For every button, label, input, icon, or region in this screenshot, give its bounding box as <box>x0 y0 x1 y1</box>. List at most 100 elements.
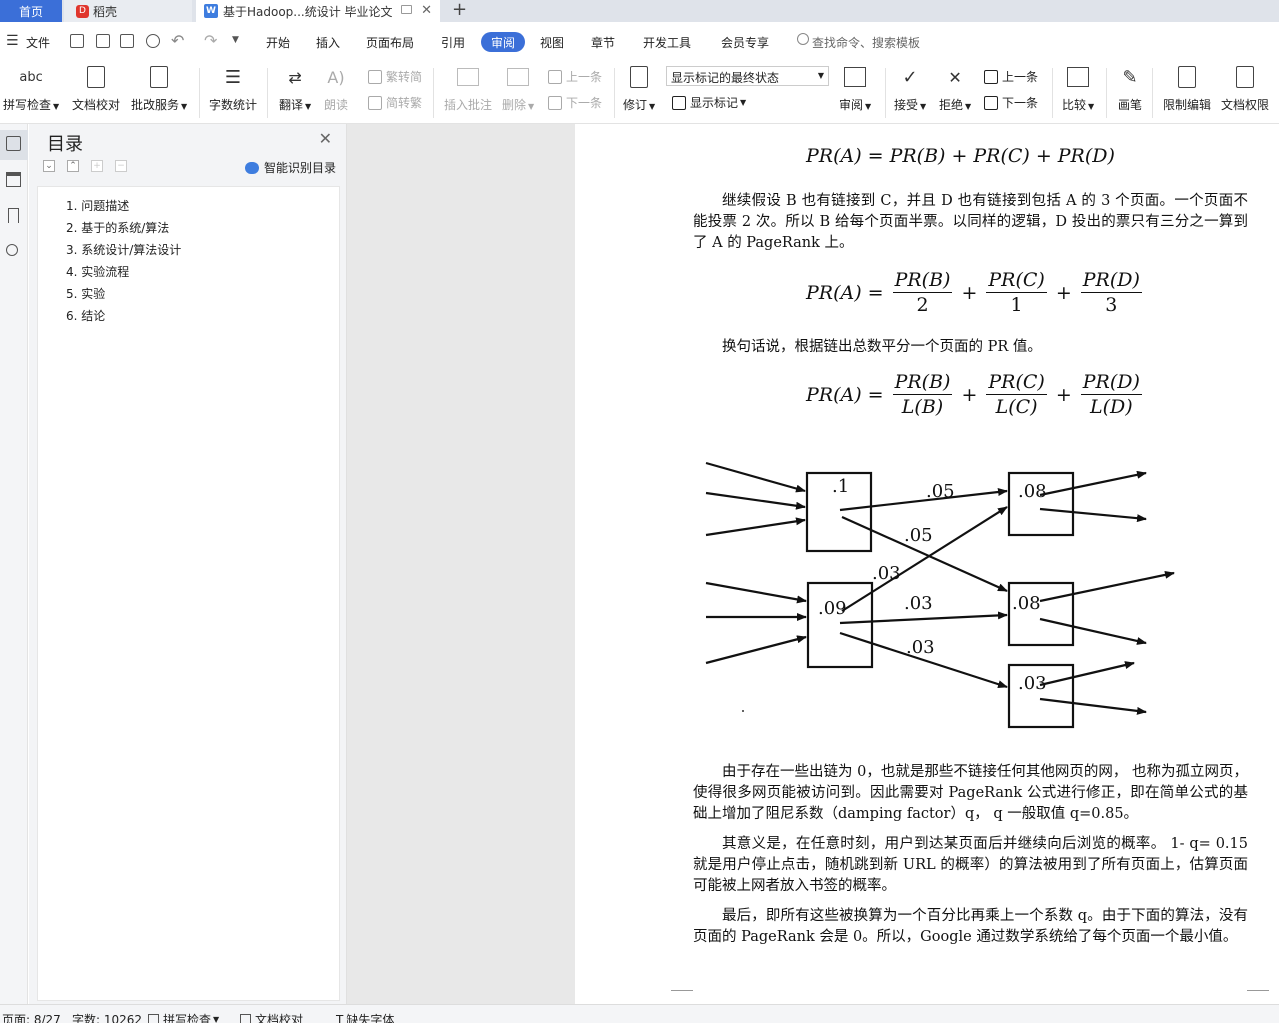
menu-start[interactable]: 开始 <box>266 34 290 51</box>
prev-change-icon <box>984 69 998 84</box>
to-traditional-button[interactable]: 繁转简 <box>368 68 422 85</box>
paragraph[interactable]: 由于存在一些出链为 0，也就是那些不链接任何其他网页的网， 也称为孤立网页，使得… <box>693 762 1248 825</box>
to-traditional-label: 繁转简 <box>386 70 423 84</box>
review-service-button[interactable]: 批改服务 ▼ <box>131 64 187 113</box>
delete-comment-button[interactable]: 删除 ▼ <box>502 64 534 113</box>
menu-chapter[interactable]: 章节 <box>591 34 615 51</box>
eq-numerator: PR(C) <box>986 269 1047 293</box>
tab-document[interactable]: W 基于Hadoop...统设计 毕业论文 ✕ <box>196 0 440 22</box>
word-count-icon: ☰ <box>224 66 242 88</box>
doc-proof-button[interactable]: 文档校对 <box>72 64 120 113</box>
search-icon <box>797 33 809 45</box>
word-count-label: 字数统计 <box>209 98 258 112</box>
eq-lhs: PR(A) <box>806 383 862 406</box>
node-box <box>806 581 874 669</box>
prev-change-label: 上一条 <box>1002 70 1039 84</box>
close-tab-icon[interactable]: ✕ <box>421 3 432 18</box>
review-pane-button[interactable]: 审阅 ▼ <box>839 64 871 113</box>
print-icon[interactable] <box>120 34 134 48</box>
eq-numerator: PR(B) <box>892 269 953 293</box>
writer-logo-icon: W <box>204 4 218 18</box>
toc-icon[interactable] <box>6 136 21 151</box>
compare-icon <box>1065 64 1091 90</box>
track-changes-button[interactable]: 修订 ▼ <box>623 64 655 113</box>
status-missing-font[interactable]: T 缺失字体 <box>336 1011 394 1023</box>
menu-page-layout[interactable]: 页面布局 <box>366 34 414 51</box>
prev-comment-button[interactable]: 上一条 <box>548 68 602 85</box>
menu-file[interactable]: 文件 <box>26 34 50 51</box>
pen-button[interactable]: ✎ 画笔 <box>1117 64 1143 113</box>
menu-developer[interactable]: 开发工具 <box>643 34 691 51</box>
expand-up-icon[interactable]: ⌃ <box>67 160 79 172</box>
tab-document-label: 基于Hadoop...统设计 毕业论文 <box>223 4 393 19</box>
eq-sign: = <box>867 145 884 167</box>
read-aloud-button[interactable]: A) 朗读 <box>323 64 349 113</box>
prev-change-button[interactable]: 上一条 <box>984 68 1038 85</box>
toc-item[interactable]: 5. 实验 <box>66 285 105 302</box>
word-count-indicator[interactable]: 字数: 10262 <box>72 1011 142 1023</box>
reject-label: 拒绝 <box>939 98 964 112</box>
menu-review[interactable]: 审阅 <box>481 32 525 52</box>
remove-heading-icon[interactable]: − <box>115 160 127 172</box>
compare-button[interactable]: 比较 ▼ <box>1062 64 1094 113</box>
toc-item[interactable]: 1. 问题描述 <box>66 197 129 214</box>
hamburger-icon[interactable]: ☰ <box>6 34 19 48</box>
paragraph[interactable]: 继续假设 B 也有链接到 C，并且 D 也有链接到包括 A 的 3 个页面。一个… <box>693 191 1248 254</box>
eq-fraction: PR(C) L(C) <box>986 370 1047 419</box>
translate-button[interactable]: ⇄ 翻译 ▼ <box>279 64 311 113</box>
paragraph[interactable]: 其意义是，在任意时刻，用户到达某页面后并继续向后浏览的概率。 1- q= 0.1… <box>693 834 1248 897</box>
accept-button[interactable]: ✓ 接受 ▼ <box>894 64 926 113</box>
export-pdf-icon[interactable] <box>96 34 110 48</box>
tab-daoke-label: 稻壳 <box>93 4 118 19</box>
eq-term: PR(B) <box>889 145 946 167</box>
tab-daoke[interactable]: D 稻壳 <box>64 0 192 22</box>
status-proof[interactable]: 文档校对 <box>240 1011 303 1023</box>
page-indicator[interactable]: 页面: 8/27 <box>2 1011 61 1023</box>
save-icon[interactable] <box>70 34 84 48</box>
menu-member[interactable]: 会员专享 <box>721 34 769 51</box>
next-comment-button[interactable]: 下一条 <box>548 94 602 111</box>
command-search[interactable]: 查找命令、搜索模板 <box>812 34 920 51</box>
insert-comment-button[interactable]: 插入批注 <box>444 64 492 113</box>
quick-access-dropdown-icon[interactable]: ▼ <box>232 35 239 45</box>
new-tab-icon[interactable]: + <box>452 0 467 20</box>
paragraph[interactable]: 最后，即所有这些被换算为一个百分比再乘上一个系数 q。由于下面的算法，没有页面的… <box>693 906 1248 948</box>
spellcheck-button[interactable]: abc 拼写检查 ▼ <box>3 64 59 113</box>
add-heading-icon[interactable]: + <box>91 160 103 172</box>
eq-sign: = <box>867 281 884 304</box>
show-markup-button[interactable]: 显示标记 ▼ <box>672 94 746 111</box>
status-spellcheck[interactable]: 拼写检查 ▼ <box>148 1011 219 1023</box>
menu-reference[interactable]: 引用 <box>441 34 465 51</box>
restrict-edit-button[interactable]: 限制编辑 <box>1163 64 1211 113</box>
menu-view[interactable]: 视图 <box>540 34 564 51</box>
eq-numerator: PR(B) <box>892 371 953 395</box>
spellcheck-label: 拼写检查 <box>3 98 52 112</box>
smart-toc-button[interactable]: 智能识别目录 <box>244 159 336 176</box>
toc-item[interactable]: 2. 基于的系统/算法 <box>66 219 169 236</box>
menu-insert[interactable]: 插入 <box>316 34 340 51</box>
eq-denominator: 3 <box>1105 294 1118 316</box>
tab-home[interactable]: 首页 <box>0 0 62 22</box>
collapse-all-icon[interactable]: ⌄ <box>43 160 55 172</box>
word-count-button[interactable]: ☰ 字数统计 <box>209 64 257 113</box>
permission-icon <box>1232 64 1258 90</box>
toc-item[interactable]: 6. 结论 <box>66 307 105 324</box>
node-label: .1 <box>832 476 849 497</box>
bookmark-icon[interactable] <box>8 208 19 223</box>
reject-button[interactable]: ✕ 拒绝 ▼ <box>939 64 971 113</box>
undo-icon[interactable]: ↶ <box>171 31 184 50</box>
markup-mode-select[interactable]: 显示标记的最终状态 ▼ <box>666 66 829 86</box>
paragraph[interactable]: 换句话说，根据链出总数平分一个页面的 PR 值。 <box>693 337 1248 358</box>
close-icon[interactable]: ✕ <box>319 129 332 148</box>
toc-item[interactable]: 4. 实验流程 <box>66 263 129 280</box>
search-icon[interactable] <box>6 244 18 256</box>
print-preview-icon[interactable] <box>146 34 160 48</box>
doc-permission-button[interactable]: 文档权限 <box>1221 64 1269 113</box>
monitor-icon[interactable] <box>401 5 412 14</box>
toc-item[interactable]: 3. 系统设计/算法设计 <box>66 241 181 258</box>
to-simplified-button[interactable]: 简转繁 <box>368 94 422 111</box>
next-change-button[interactable]: 下一条 <box>984 94 1038 111</box>
redo-icon[interactable]: ↷ <box>204 31 217 50</box>
chapter-icon[interactable] <box>6 172 21 187</box>
eq-fraction: PR(D) 3 <box>1080 268 1142 317</box>
